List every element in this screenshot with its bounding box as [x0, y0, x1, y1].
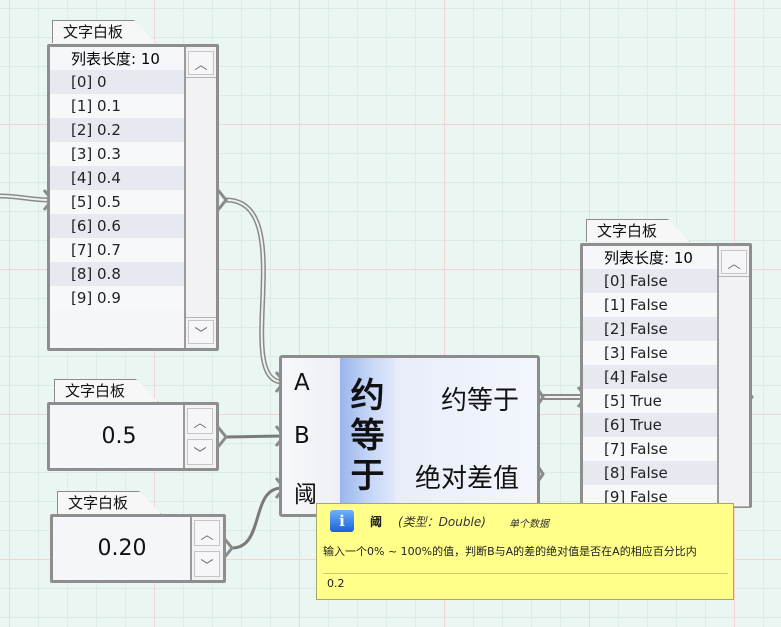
scrollbar[interactable]: ︿	[717, 246, 749, 507]
input-a[interactable]: A	[294, 370, 310, 396]
info-icon: i	[330, 510, 354, 532]
component-outputs: 约等于 绝对差值	[395, 358, 537, 514]
tooltip-description: 输入一个0% ~ 100%的值，判断B与A的差的绝对值是否在A的相应百分比内	[323, 545, 697, 558]
tooltip-type: (类型：Double)	[398, 515, 486, 529]
chevron-down-icon[interactable]: ﹀	[188, 320, 214, 344]
panel-tab-label: 文字白板	[68, 494, 129, 512]
list-length-label: 列表长度: 10	[583, 247, 719, 269]
panel-list-a[interactable]: 列表长度: 10 [0] 0 [1] 0.1 [2] 0.2 [3] 0.3 […	[47, 44, 219, 351]
panel-tab-label: 文字白板	[597, 222, 658, 240]
output-approx-equal[interactable]: 约等于	[441, 380, 519, 417]
list-item[interactable]: [7] False	[583, 437, 719, 461]
list-item[interactable]: [7] 0.7	[50, 238, 186, 262]
chevron-up-icon[interactable]: ︿	[187, 408, 213, 434]
tooltip-access: 单个数据	[509, 519, 549, 530]
tooltip-value: 0.2	[323, 573, 728, 593]
list-item[interactable]: [4] False	[583, 365, 719, 389]
panel-value[interactable]: 0.5	[50, 405, 188, 468]
approx-equal-component[interactable]: A B 阈 约 等 于 约等于 绝对差值	[279, 355, 540, 517]
chevron-up-icon[interactable]: ︿	[188, 51, 214, 75]
list-item[interactable]: [6] 0.6	[50, 214, 186, 238]
list-item[interactable]: [8] 0.8	[50, 262, 186, 286]
list-length-label: 列表长度: 10	[50, 48, 186, 70]
scrollbar[interactable]: ︿ ﹀	[184, 47, 216, 348]
list-item[interactable]: [3] False	[583, 341, 719, 365]
wire-threshold-to-input	[231, 486, 283, 550]
list-item[interactable]: [5] True	[583, 389, 719, 413]
list-item[interactable]: [5] 0.5	[50, 190, 186, 214]
panel-value-b[interactable]: 0.5 ︿ ﹀	[47, 402, 219, 471]
panel-list-result[interactable]: 列表长度: 10 [0] False [1] False [2] False […	[580, 243, 752, 509]
chevron-down-icon[interactable]: ﹀	[194, 551, 220, 577]
chevron-down-icon[interactable]: ﹀	[187, 439, 213, 465]
list-item[interactable]: [4] 0.4	[50, 166, 186, 190]
wire-list-a-to-input-a	[225, 197, 283, 385]
list-item[interactable]: [8] False	[583, 461, 719, 485]
panel-tab-label: 文字白板	[65, 382, 126, 400]
value-spinner[interactable]: ︿ ﹀	[190, 517, 223, 580]
input-tooltip: i 阈 (类型：Double) 单个数据 输入一个0% ~ 100%的值，判断B…	[316, 503, 734, 600]
list-item[interactable]: [1] False	[583, 293, 719, 317]
component-name-char: 于	[350, 456, 385, 496]
scrollbar-track[interactable]	[719, 276, 749, 507]
value-spinner[interactable]: ︿ ﹀	[183, 405, 216, 468]
chevron-up-icon[interactable]: ︿	[194, 520, 220, 546]
input-b[interactable]: B	[294, 423, 310, 449]
scrollbar-track[interactable]	[186, 77, 216, 318]
component-name-char: 约	[350, 376, 385, 416]
list-item[interactable]: [2] False	[583, 317, 719, 341]
component-inputs: A B 阈	[282, 358, 340, 514]
list-item[interactable]: [3] 0.3	[50, 142, 186, 166]
output-abs-diff[interactable]: 绝对差值	[415, 458, 519, 495]
list-item[interactable]: [9] 0.9	[50, 286, 186, 310]
tooltip-title: 阈	[370, 515, 383, 529]
list-item[interactable]: [0] 0	[50, 70, 186, 94]
component-name-char: 等	[350, 416, 385, 456]
list-item[interactable]: [2] 0.2	[50, 118, 186, 142]
panel-value-threshold[interactable]: 0.20 ︿ ﹀	[50, 514, 226, 583]
chevron-up-icon[interactable]: ︿	[721, 250, 747, 274]
panel-value[interactable]: 0.20	[53, 517, 191, 580]
component-name: 约 等 于	[340, 358, 395, 514]
list-item[interactable]: [1] 0.1	[50, 94, 186, 118]
wire-b-to-input-b	[225, 434, 283, 439]
list-item[interactable]: [0] False	[583, 269, 719, 293]
list-item[interactable]: [6] True	[583, 413, 719, 437]
input-threshold[interactable]: 阈	[294, 475, 317, 509]
panel-tab-label: 文字白板	[63, 23, 124, 41]
